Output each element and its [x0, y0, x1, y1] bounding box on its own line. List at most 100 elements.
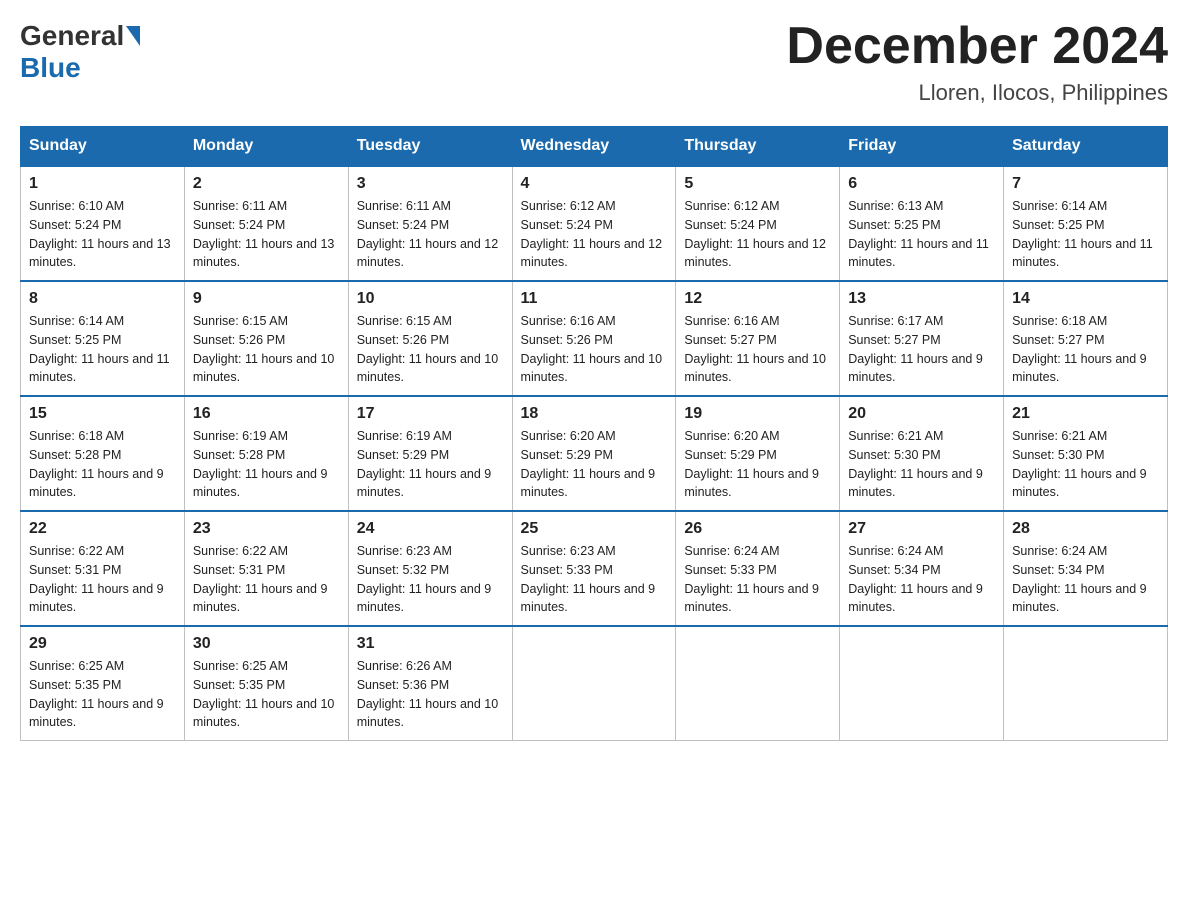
- calendar-week-row: 15 Sunrise: 6:18 AM Sunset: 5:28 PM Dayl…: [21, 396, 1168, 511]
- calendar-week-row: 22 Sunrise: 6:22 AM Sunset: 5:31 PM Dayl…: [21, 511, 1168, 626]
- day-info: Sunrise: 6:20 AM Sunset: 5:29 PM Dayligh…: [521, 427, 668, 502]
- logo-blue-text: Blue: [20, 52, 81, 83]
- logo-general-text: General: [20, 20, 124, 52]
- day-number: 11: [521, 290, 668, 308]
- calendar-day-cell: 16 Sunrise: 6:19 AM Sunset: 5:28 PM Dayl…: [184, 396, 348, 511]
- day-info: Sunrise: 6:26 AM Sunset: 5:36 PM Dayligh…: [357, 657, 504, 732]
- day-number: 23: [193, 520, 340, 538]
- day-info: Sunrise: 6:20 AM Sunset: 5:29 PM Dayligh…: [684, 427, 831, 502]
- day-number: 10: [357, 290, 504, 308]
- day-number: 21: [1012, 405, 1159, 423]
- weekday-header-saturday: Saturday: [1004, 127, 1168, 167]
- day-info: Sunrise: 6:14 AM Sunset: 5:25 PM Dayligh…: [29, 312, 176, 387]
- calendar-day-cell: 3 Sunrise: 6:11 AM Sunset: 5:24 PM Dayli…: [348, 166, 512, 281]
- calendar-day-cell: [512, 626, 676, 741]
- calendar-day-cell: 7 Sunrise: 6:14 AM Sunset: 5:25 PM Dayli…: [1004, 166, 1168, 281]
- day-info: Sunrise: 6:22 AM Sunset: 5:31 PM Dayligh…: [193, 542, 340, 617]
- calendar-day-cell: [1004, 626, 1168, 741]
- day-number: 12: [684, 290, 831, 308]
- calendar-day-cell: 21 Sunrise: 6:21 AM Sunset: 5:30 PM Dayl…: [1004, 396, 1168, 511]
- calendar-day-cell: 13 Sunrise: 6:17 AM Sunset: 5:27 PM Dayl…: [840, 281, 1004, 396]
- day-info: Sunrise: 6:24 AM Sunset: 5:34 PM Dayligh…: [848, 542, 995, 617]
- day-number: 6: [848, 175, 995, 193]
- day-number: 5: [684, 175, 831, 193]
- day-info: Sunrise: 6:24 AM Sunset: 5:33 PM Dayligh…: [684, 542, 831, 617]
- calendar-day-cell: 11 Sunrise: 6:16 AM Sunset: 5:26 PM Dayl…: [512, 281, 676, 396]
- calendar-day-cell: 29 Sunrise: 6:25 AM Sunset: 5:35 PM Dayl…: [21, 626, 185, 741]
- day-info: Sunrise: 6:19 AM Sunset: 5:29 PM Dayligh…: [357, 427, 504, 502]
- calendar-day-cell: 8 Sunrise: 6:14 AM Sunset: 5:25 PM Dayli…: [21, 281, 185, 396]
- day-number: 22: [29, 520, 176, 538]
- day-info: Sunrise: 6:13 AM Sunset: 5:25 PM Dayligh…: [848, 197, 995, 272]
- day-info: Sunrise: 6:11 AM Sunset: 5:24 PM Dayligh…: [193, 197, 340, 272]
- calendar-table: SundayMondayTuesdayWednesdayThursdayFrid…: [20, 126, 1168, 741]
- page-header: General Blue December 2024 Lloren, Iloco…: [20, 20, 1168, 106]
- day-number: 26: [684, 520, 831, 538]
- weekday-header-monday: Monday: [184, 127, 348, 167]
- day-info: Sunrise: 6:21 AM Sunset: 5:30 PM Dayligh…: [848, 427, 995, 502]
- calendar-day-cell: [676, 626, 840, 741]
- title-area: December 2024 Lloren, Ilocos, Philippine…: [786, 20, 1168, 106]
- weekday-header-sunday: Sunday: [21, 127, 185, 167]
- calendar-header-row: SundayMondayTuesdayWednesdayThursdayFrid…: [21, 127, 1168, 167]
- day-info: Sunrise: 6:15 AM Sunset: 5:26 PM Dayligh…: [193, 312, 340, 387]
- day-number: 29: [29, 635, 176, 653]
- day-number: 13: [848, 290, 995, 308]
- day-number: 7: [1012, 175, 1159, 193]
- day-number: 16: [193, 405, 340, 423]
- calendar-day-cell: 28 Sunrise: 6:24 AM Sunset: 5:34 PM Dayl…: [1004, 511, 1168, 626]
- day-info: Sunrise: 6:12 AM Sunset: 5:24 PM Dayligh…: [521, 197, 668, 272]
- calendar-day-cell: 23 Sunrise: 6:22 AM Sunset: 5:31 PM Dayl…: [184, 511, 348, 626]
- day-number: 15: [29, 405, 176, 423]
- day-info: Sunrise: 6:25 AM Sunset: 5:35 PM Dayligh…: [29, 657, 176, 732]
- calendar-day-cell: 26 Sunrise: 6:24 AM Sunset: 5:33 PM Dayl…: [676, 511, 840, 626]
- calendar-day-cell: 12 Sunrise: 6:16 AM Sunset: 5:27 PM Dayl…: [676, 281, 840, 396]
- day-info: Sunrise: 6:18 AM Sunset: 5:27 PM Dayligh…: [1012, 312, 1159, 387]
- day-number: 25: [521, 520, 668, 538]
- logo-triangle-icon: [126, 26, 140, 46]
- day-info: Sunrise: 6:14 AM Sunset: 5:25 PM Dayligh…: [1012, 197, 1159, 272]
- day-info: Sunrise: 6:22 AM Sunset: 5:31 PM Dayligh…: [29, 542, 176, 617]
- day-number: 3: [357, 175, 504, 193]
- weekday-header-friday: Friday: [840, 127, 1004, 167]
- day-number: 4: [521, 175, 668, 193]
- calendar-day-cell: 19 Sunrise: 6:20 AM Sunset: 5:29 PM Dayl…: [676, 396, 840, 511]
- calendar-week-row: 8 Sunrise: 6:14 AM Sunset: 5:25 PM Dayli…: [21, 281, 1168, 396]
- day-number: 17: [357, 405, 504, 423]
- day-info: Sunrise: 6:25 AM Sunset: 5:35 PM Dayligh…: [193, 657, 340, 732]
- calendar-day-cell: 14 Sunrise: 6:18 AM Sunset: 5:27 PM Dayl…: [1004, 281, 1168, 396]
- day-info: Sunrise: 6:10 AM Sunset: 5:24 PM Dayligh…: [29, 197, 176, 272]
- day-info: Sunrise: 6:11 AM Sunset: 5:24 PM Dayligh…: [357, 197, 504, 272]
- day-info: Sunrise: 6:16 AM Sunset: 5:27 PM Dayligh…: [684, 312, 831, 387]
- day-number: 18: [521, 405, 668, 423]
- weekday-header-tuesday: Tuesday: [348, 127, 512, 167]
- calendar-day-cell: 30 Sunrise: 6:25 AM Sunset: 5:35 PM Dayl…: [184, 626, 348, 741]
- day-number: 20: [848, 405, 995, 423]
- calendar-day-cell: 15 Sunrise: 6:18 AM Sunset: 5:28 PM Dayl…: [21, 396, 185, 511]
- day-number: 24: [357, 520, 504, 538]
- day-info: Sunrise: 6:15 AM Sunset: 5:26 PM Dayligh…: [357, 312, 504, 387]
- calendar-day-cell: 4 Sunrise: 6:12 AM Sunset: 5:24 PM Dayli…: [512, 166, 676, 281]
- calendar-day-cell: [840, 626, 1004, 741]
- day-number: 31: [357, 635, 504, 653]
- calendar-day-cell: 1 Sunrise: 6:10 AM Sunset: 5:24 PM Dayli…: [21, 166, 185, 281]
- day-number: 19: [684, 405, 831, 423]
- day-info: Sunrise: 6:19 AM Sunset: 5:28 PM Dayligh…: [193, 427, 340, 502]
- calendar-day-cell: 10 Sunrise: 6:15 AM Sunset: 5:26 PM Dayl…: [348, 281, 512, 396]
- day-number: 30: [193, 635, 340, 653]
- day-info: Sunrise: 6:16 AM Sunset: 5:26 PM Dayligh…: [521, 312, 668, 387]
- day-info: Sunrise: 6:12 AM Sunset: 5:24 PM Dayligh…: [684, 197, 831, 272]
- calendar-day-cell: 9 Sunrise: 6:15 AM Sunset: 5:26 PM Dayli…: [184, 281, 348, 396]
- day-number: 1: [29, 175, 176, 193]
- location-text: Lloren, Ilocos, Philippines: [786, 80, 1168, 106]
- day-number: 27: [848, 520, 995, 538]
- calendar-day-cell: 22 Sunrise: 6:22 AM Sunset: 5:31 PM Dayl…: [21, 511, 185, 626]
- day-number: 2: [193, 175, 340, 193]
- calendar-week-row: 29 Sunrise: 6:25 AM Sunset: 5:35 PM Dayl…: [21, 626, 1168, 741]
- calendar-week-row: 1 Sunrise: 6:10 AM Sunset: 5:24 PM Dayli…: [21, 166, 1168, 281]
- day-info: Sunrise: 6:24 AM Sunset: 5:34 PM Dayligh…: [1012, 542, 1159, 617]
- calendar-day-cell: 20 Sunrise: 6:21 AM Sunset: 5:30 PM Dayl…: [840, 396, 1004, 511]
- day-number: 9: [193, 290, 340, 308]
- calendar-day-cell: 27 Sunrise: 6:24 AM Sunset: 5:34 PM Dayl…: [840, 511, 1004, 626]
- day-info: Sunrise: 6:17 AM Sunset: 5:27 PM Dayligh…: [848, 312, 995, 387]
